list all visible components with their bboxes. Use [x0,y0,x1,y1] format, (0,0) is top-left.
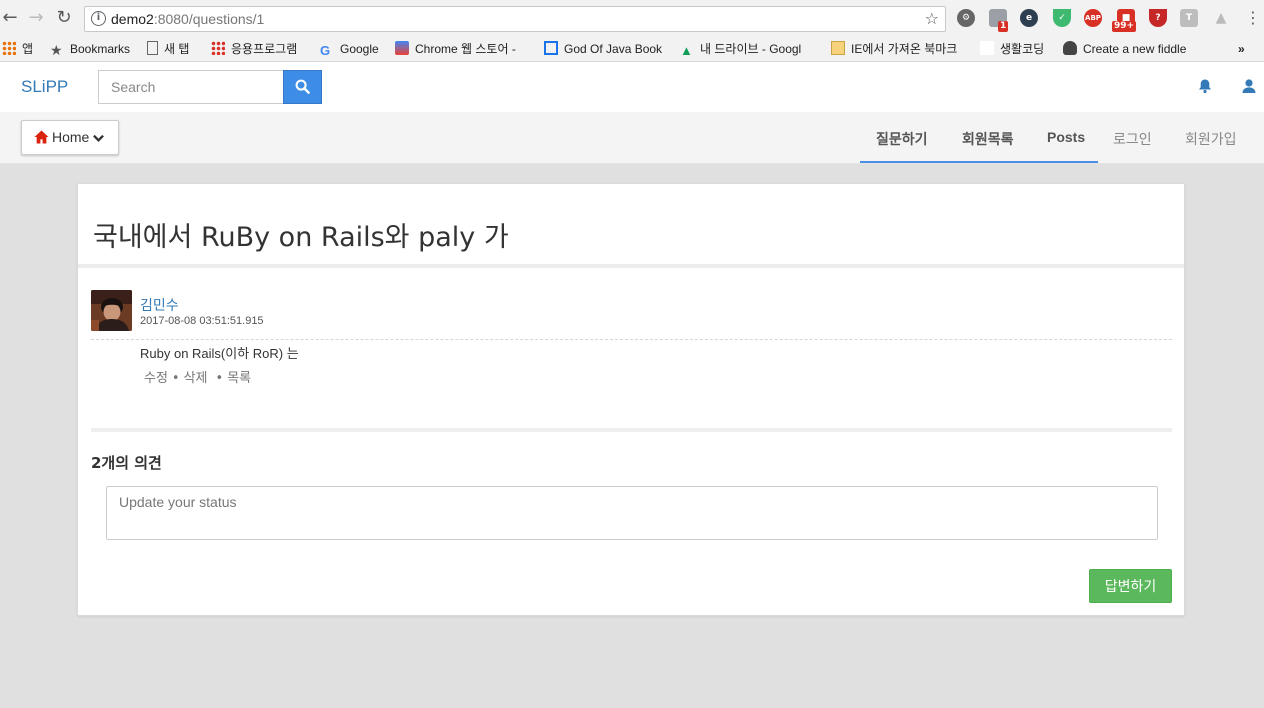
nav-active-underline [860,161,1098,163]
nav-member-list[interactable]: 회원목록 [962,129,1014,149]
forward-icon[interactable]: → [26,8,46,28]
bookmark-item[interactable]: 응용프로그램 [211,40,297,58]
edit-link[interactable]: 수정 [144,371,168,386]
red-shield-extension-icon[interactable]: ? [1149,9,1167,27]
comments-heading: 2개의 의견 [91,454,162,472]
url-text[interactable]: demo2:8080/questions/1 [111,11,264,27]
bookmark-item[interactable]: G Google [320,40,379,58]
drive-icon: ▲ [680,43,693,58]
nav-login[interactable]: 로그인 [1113,129,1152,149]
info-icon[interactable]: i [91,11,106,26]
question-panel: 국내에서 RuBy on Rails와 paly 가 김민수 2017-08-0… [77,183,1185,616]
apps-grid-icon [211,41,225,55]
brand-logo[interactable]: SLiPP [21,77,68,97]
page-icon [147,41,158,55]
shield-extension-icon[interactable]: ✓ [1053,9,1071,27]
nav-ask-question[interactable]: 질문하기 [876,129,928,149]
search-input[interactable] [98,70,284,104]
meta-divider [91,339,1172,340]
home-dropdown-button[interactable]: Home [21,120,119,155]
avatar[interactable] [91,290,132,331]
search-icon [295,79,310,94]
apps-grid-icon [2,41,16,55]
search-button[interactable] [283,70,322,104]
star-icon: ★ [50,42,63,58]
bookmark-item[interactable]: 새 탭 [147,40,189,58]
bell-icon[interactable] [1197,78,1213,94]
question-body: Ruby on Rails(이하 RoR) 는 [140,346,299,361]
reload-icon[interactable]: ↻ [54,8,74,28]
question-actions: 수정 • 삭제 • 목록 [144,367,251,386]
address-bar[interactable]: i demo2:8080/questions/1 ☆ [84,6,946,32]
bookmark-item[interactable]: God Of Java Book [544,40,662,58]
extension-badge-count: 99+ [1112,21,1137,32]
bookmark-item[interactable]: Chrome 웹 스토어 - [395,40,516,58]
back-icon[interactable]: ← [0,8,20,28]
cloud-icon [1063,41,1077,55]
nav-signup[interactable]: 회원가입 [1185,129,1237,149]
folder-icon [831,41,845,55]
site-header: SLiPP [0,62,1264,112]
action-separator: • [171,371,180,386]
answers-divider [91,428,1172,432]
nav-posts[interactable]: Posts [1047,129,1085,145]
sub-navigation: Home 질문하기 회원목록 Posts 로그인 회원가입 [0,112,1264,164]
author-photo [91,290,132,331]
e-extension-icon[interactable]: e [1020,9,1038,27]
bookmark-star-icon[interactable]: ☆ [925,9,939,28]
home-icon [34,130,49,144]
author-name[interactable]: 김민수 [140,295,179,315]
bookmark-item[interactable]: 앱 [2,40,33,58]
question-title: 국내에서 RuBy on Rails와 paly 가 [93,222,509,253]
chrome-store-icon [395,41,409,55]
post-date: 2017-08-08 03:51:51.915 [140,315,264,327]
action-separator: • [215,371,224,386]
blank-page-icon [980,41,994,55]
user-icon[interactable] [1241,78,1257,94]
delete-link[interactable]: 삭제 [184,371,208,386]
bookmark-item[interactable]: IE에서 가져온 북마크 [831,40,957,58]
gear-extension-icon[interactable]: ⚙ [957,9,975,27]
home-label: Home [52,129,90,145]
drive-extension-icon[interactable]: ▲ [1212,9,1230,27]
bookmark-item[interactable]: 생활코딩 [980,40,1044,58]
adblock-extension-icon[interactable]: ABP [1084,9,1102,27]
menu-kebab-icon[interactable]: ⋮ [1243,8,1263,28]
bookmark-item[interactable]: ▲ 내 드라이브 - Googl [680,40,801,58]
board-icon [544,41,558,55]
chevron-down-icon [93,134,104,142]
extension-badge: 1 [998,21,1009,32]
t-extension-icon[interactable]: T [1180,9,1198,27]
google-icon: G [320,43,331,58]
bookmarks-more[interactable]: » [1238,40,1245,58]
browser-toolbar: ← → ↻ i demo2:8080/questions/1 ☆ ⚙ 1 e ✓… [0,0,1264,36]
title-divider [78,264,1184,268]
bookmark-item[interactable]: ★ Bookmarks [50,40,130,58]
list-link[interactable]: 목록 [227,371,251,386]
submit-answer-button[interactable]: 답변하기 [1089,569,1172,603]
bookmarks-bar: 앱 ★ Bookmarks 새 탭 응용프로그램 G Google Chrome 웹… [0,36,1264,62]
answer-textarea[interactable] [106,486,1158,540]
bookmark-item[interactable]: Create a new fiddle [1063,40,1186,58]
